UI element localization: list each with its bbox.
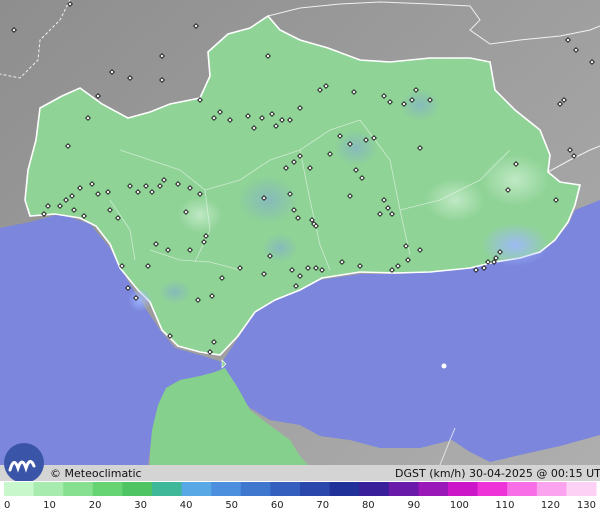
legend-tick-label: 10: [43, 500, 56, 511]
gust-hotspot: [128, 288, 152, 312]
datetime-label: 30-04-2025 @ 00:15 UTC: [469, 467, 600, 480]
legend-tick-label: 60: [271, 500, 284, 511]
legend-color-step: [181, 482, 212, 496]
legend-color-step: [270, 482, 301, 496]
legend-color-bar: [4, 482, 597, 496]
legend-color-step: [566, 482, 597, 496]
legend-tick-label: 40: [180, 500, 193, 511]
legend-color-step: [33, 482, 64, 496]
legend-tick-label: 0: [4, 500, 10, 511]
legend-color-step: [536, 482, 567, 496]
island-marker: [441, 363, 447, 369]
legend-color-step: [507, 482, 538, 496]
legend-color-step: [92, 482, 123, 496]
legend-tick-label: 110: [495, 500, 514, 511]
legend-tick-label: 130: [577, 500, 596, 511]
meteoclimatic-logo-icon: [4, 443, 44, 483]
legend-tick-label: 100: [450, 500, 469, 511]
legend-tick-label: 50: [225, 500, 238, 511]
legend-color-step: [63, 482, 94, 496]
gust-hotspot: [262, 234, 298, 262]
legend-color-step: [388, 482, 419, 496]
product-label: DGST (km/h): [395, 467, 466, 480]
gust-hotspot: [159, 280, 191, 304]
legend-color-step: [359, 482, 390, 496]
legend-color-step: [300, 482, 331, 496]
gust-hotspot: [238, 176, 298, 224]
gust-hotspot: [481, 223, 549, 267]
legend-color-step: [477, 482, 508, 496]
legend-tick-label: 20: [89, 500, 102, 511]
legend-color-step: [329, 482, 360, 496]
calm-area: [178, 197, 222, 233]
legend-color-step: [152, 482, 183, 496]
legend-color-step: [211, 482, 242, 496]
legend-tick-label: 70: [316, 500, 329, 511]
gust-hotspot: [400, 89, 440, 121]
legend-color-step: [448, 482, 479, 496]
legend-tick-label: 90: [407, 500, 420, 511]
calm-area: [425, 178, 485, 222]
legend-color-step: [122, 482, 153, 496]
calm-area: [481, 154, 549, 206]
legend-tick-label: 80: [362, 500, 375, 511]
weather-map: © Meteoclimatic DGST (km/h) 30-04-2025 @…: [0, 0, 600, 517]
credit-text: © Meteoclimatic: [50, 467, 142, 480]
legend-tick-label: 30: [134, 500, 147, 511]
legend-color-step: [240, 482, 271, 496]
legend-color-step: [4, 482, 35, 496]
legend-tick-label: 120: [541, 500, 560, 511]
legend-color-step: [418, 482, 449, 496]
